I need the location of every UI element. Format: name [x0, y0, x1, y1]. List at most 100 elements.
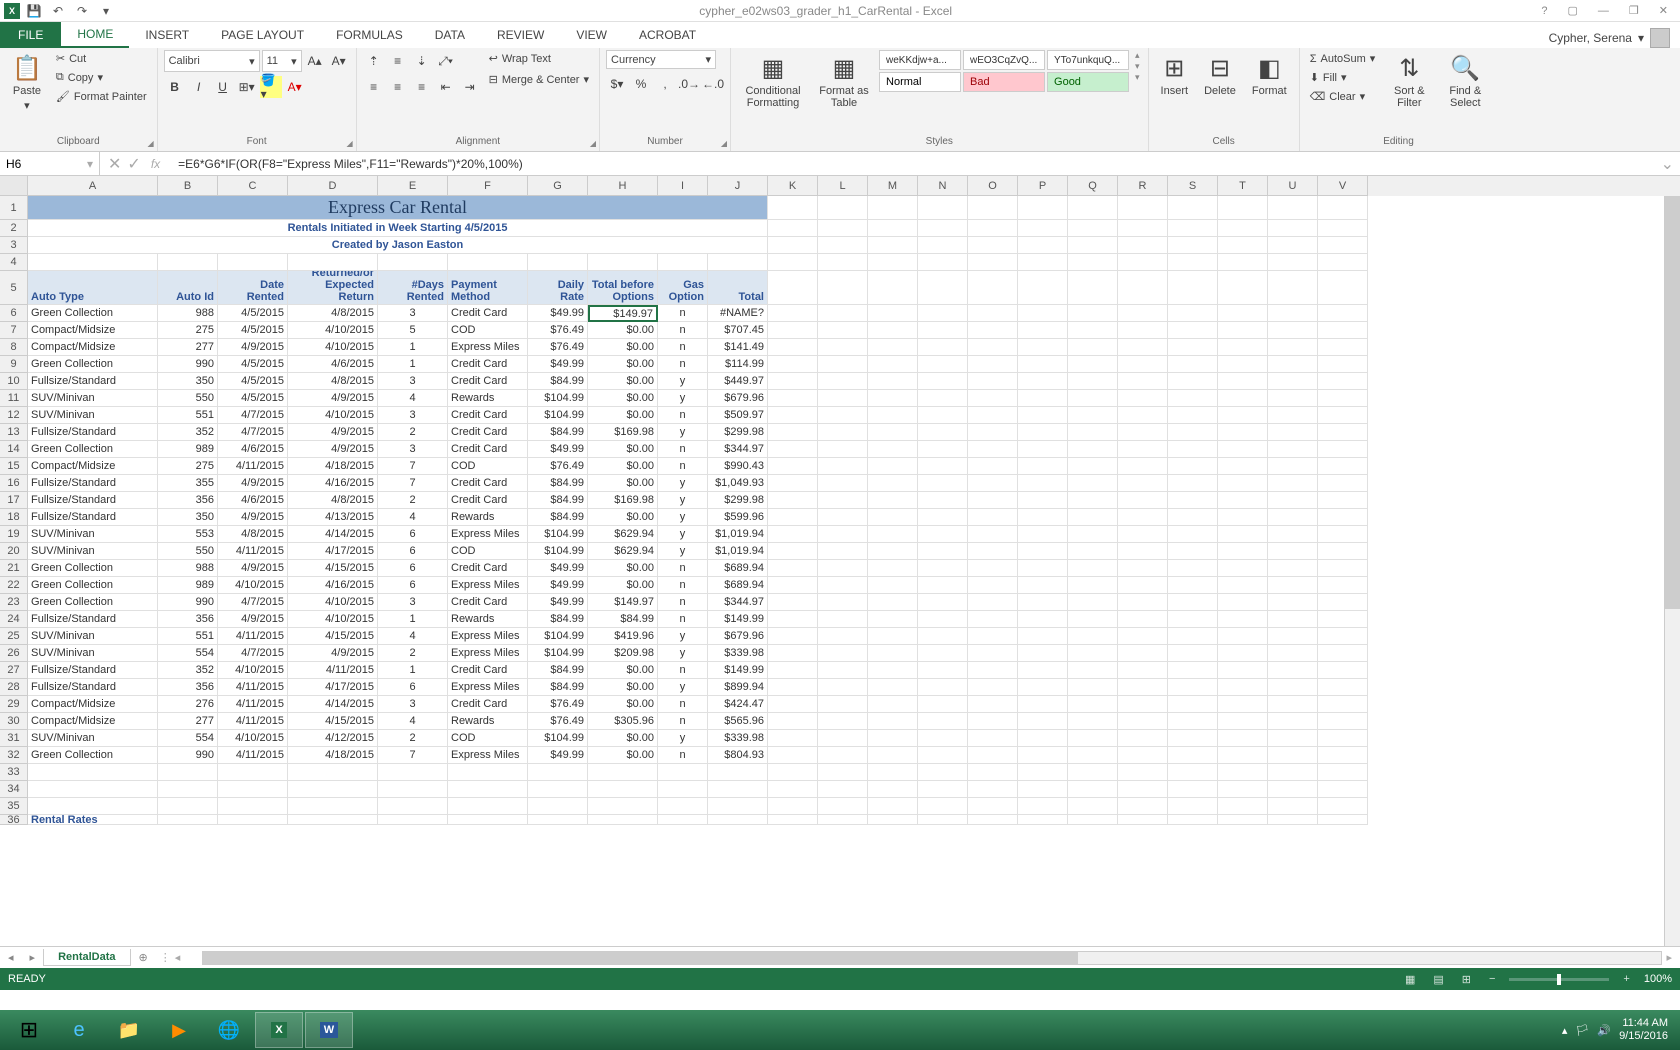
cell[interactable]: 4/7/2015: [218, 424, 288, 441]
row-header[interactable]: 5: [0, 271, 28, 305]
align-bottom-icon[interactable]: ⇣: [411, 50, 433, 72]
cell[interactable]: [1168, 730, 1218, 747]
cell[interactable]: [1168, 815, 1218, 825]
cell[interactable]: [448, 781, 528, 798]
cell[interactable]: [1118, 390, 1168, 407]
cell[interactable]: [1218, 339, 1268, 356]
volume-icon[interactable]: 🔊: [1597, 1024, 1611, 1037]
cell[interactable]: [1018, 543, 1068, 560]
cell[interactable]: Express Miles: [448, 526, 528, 543]
align-middle-icon[interactable]: ≡: [387, 50, 409, 72]
scroll-right-icon[interactable]: ▸: [1662, 951, 1676, 964]
cell[interactable]: [448, 798, 528, 815]
cell[interactable]: [1068, 509, 1118, 526]
cell[interactable]: $104.99: [528, 526, 588, 543]
cell[interactable]: $339.98: [708, 730, 768, 747]
cell[interactable]: SUV/Minivan: [28, 543, 158, 560]
cell[interactable]: [1268, 254, 1318, 271]
cell[interactable]: y: [658, 679, 708, 696]
cell[interactable]: SUV/Minivan: [28, 628, 158, 645]
row-header[interactable]: 18: [0, 509, 28, 526]
align-left-icon[interactable]: ≡: [363, 76, 385, 98]
cell[interactable]: SUV/Minivan: [28, 645, 158, 662]
cell[interactable]: 4/9/2015: [218, 475, 288, 492]
cell[interactable]: n: [658, 339, 708, 356]
cell-style-bad[interactable]: Bad: [963, 72, 1045, 92]
cell[interactable]: [818, 237, 868, 254]
row-header[interactable]: 33: [0, 764, 28, 781]
cell[interactable]: [868, 237, 918, 254]
cell[interactable]: n: [658, 560, 708, 577]
cell[interactable]: 4/14/2015: [288, 526, 378, 543]
cell[interactable]: [1318, 407, 1368, 424]
sheet-nav-next-icon[interactable]: ▸: [22, 951, 44, 964]
column-header[interactable]: R: [1118, 176, 1168, 196]
fill-color-button[interactable]: 🪣▾: [260, 76, 282, 98]
cell[interactable]: [918, 254, 968, 271]
cell[interactable]: [1118, 798, 1168, 815]
cell[interactable]: y: [658, 475, 708, 492]
cell[interactable]: 550: [158, 543, 218, 560]
cell[interactable]: [1218, 543, 1268, 560]
cell[interactable]: [1168, 509, 1218, 526]
row-header[interactable]: 4: [0, 254, 28, 271]
cell[interactable]: [1218, 373, 1268, 390]
cell[interactable]: [1318, 560, 1368, 577]
cell[interactable]: Fullsize/Standard: [28, 475, 158, 492]
spreadsheet-grid[interactable]: ABCDEFGHIJKLMNOPQRSTUV 1Express Car Rent…: [0, 176, 1680, 946]
cell[interactable]: $84.99: [528, 475, 588, 492]
cell[interactable]: [868, 560, 918, 577]
cell[interactable]: [918, 696, 968, 713]
sheet-tab-rentaldata[interactable]: RentalData: [43, 949, 130, 966]
cell[interactable]: 4/18/2015: [288, 747, 378, 764]
cell[interactable]: 4: [378, 628, 448, 645]
cell[interactable]: [918, 196, 968, 220]
cell[interactable]: $84.99: [528, 611, 588, 628]
cell[interactable]: [1168, 645, 1218, 662]
cell[interactable]: [1068, 271, 1118, 305]
cell[interactable]: [1018, 271, 1068, 305]
cell[interactable]: 275: [158, 458, 218, 475]
cell[interactable]: [1218, 220, 1268, 237]
cell[interactable]: [868, 594, 918, 611]
cell[interactable]: 356: [158, 492, 218, 509]
cell[interactable]: [1268, 441, 1318, 458]
cell[interactable]: 4/13/2015: [288, 509, 378, 526]
cell[interactable]: [1318, 196, 1368, 220]
cell[interactable]: [1218, 815, 1268, 825]
cell[interactable]: $49.99: [528, 356, 588, 373]
cell[interactable]: [1068, 492, 1118, 509]
cell[interactable]: [1268, 237, 1318, 254]
cell[interactable]: [1068, 577, 1118, 594]
scrollbar-thumb[interactable]: [203, 952, 1078, 964]
header-cell[interactable]: #Days Rented: [378, 271, 448, 305]
cell[interactable]: $0.00: [588, 458, 658, 475]
column-header[interactable]: T: [1218, 176, 1268, 196]
cell[interactable]: Express Miles: [448, 645, 528, 662]
cell[interactable]: [1118, 577, 1168, 594]
wrap-text-button[interactable]: ↩Wrap Text: [485, 50, 593, 67]
cell[interactable]: 1: [378, 611, 448, 628]
cell[interactable]: [1068, 815, 1118, 825]
cell[interactable]: 4/15/2015: [288, 628, 378, 645]
cell[interactable]: [1018, 645, 1068, 662]
cell[interactable]: 4/5/2015: [218, 322, 288, 339]
cell[interactable]: [918, 594, 968, 611]
cell[interactable]: [918, 441, 968, 458]
cell[interactable]: n: [658, 305, 708, 322]
cell[interactable]: [818, 305, 868, 322]
cell[interactable]: [1068, 458, 1118, 475]
cell[interactable]: [1268, 424, 1318, 441]
cell[interactable]: [1168, 390, 1218, 407]
cell[interactable]: [1218, 560, 1268, 577]
cell[interactable]: [1018, 611, 1068, 628]
row-header[interactable]: 36: [0, 815, 28, 825]
cell[interactable]: [1268, 271, 1318, 305]
cell[interactable]: [1168, 305, 1218, 322]
column-header[interactable]: I: [658, 176, 708, 196]
increase-indent-icon[interactable]: ⇥: [459, 76, 481, 98]
save-icon[interactable]: 💾: [24, 2, 44, 20]
style-more-icon[interactable]: ▾: [1135, 72, 1140, 83]
cell[interactable]: [1218, 798, 1268, 815]
cell[interactable]: [218, 254, 288, 271]
